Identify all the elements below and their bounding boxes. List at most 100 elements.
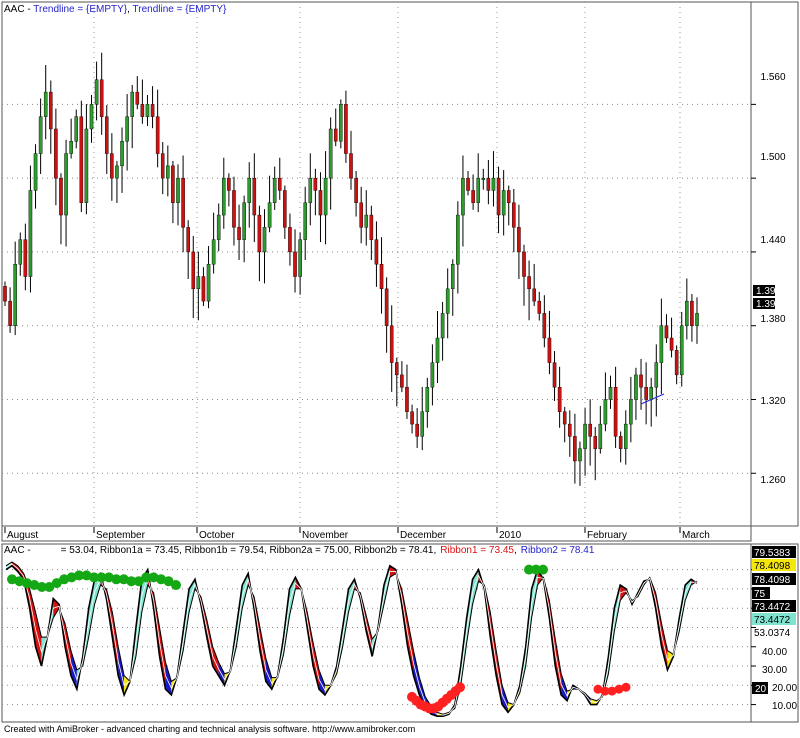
candle-body — [84, 128, 89, 203]
candle-body — [181, 177, 185, 228]
trendline-label-1: Trendline = {EMPTY} — [33, 4, 128, 15]
candle-body — [110, 153, 114, 179]
candle-body — [166, 165, 170, 179]
date-label: September — [96, 530, 146, 541]
candle-body — [171, 165, 175, 203]
candle-body — [54, 128, 58, 179]
candle-body — [506, 190, 511, 203]
candle-body — [364, 214, 369, 228]
candle-body — [379, 264, 384, 290]
red-signal-dot — [455, 682, 465, 693]
candle-body — [659, 325, 664, 363]
price-panel-title: AAC - Trendline = {EMPTY}, Trendline = {… — [4, 4, 227, 15]
candle-body — [654, 362, 659, 388]
candle-body — [227, 177, 231, 191]
candle-body — [308, 177, 313, 203]
candle-body — [450, 264, 455, 290]
candle-body — [283, 190, 287, 228]
candle-body — [685, 300, 689, 326]
value-badge: 78.4098 — [754, 575, 791, 586]
candle-body — [201, 276, 206, 302]
candle-body — [430, 362, 435, 388]
candle-body — [395, 362, 399, 376]
candle-body — [196, 276, 201, 290]
candle-body — [298, 239, 302, 277]
candle-body — [339, 104, 343, 142]
candle-body — [130, 91, 134, 117]
candle-body — [237, 227, 241, 240]
candle-body — [384, 288, 389, 326]
candle-body — [267, 202, 272, 228]
candle-body — [303, 202, 307, 240]
candle-body — [140, 104, 145, 117]
candle-body — [420, 411, 425, 437]
candle-body — [186, 227, 190, 253]
candle-body — [471, 190, 475, 203]
candle-body — [135, 91, 140, 105]
date-label: 2010 — [499, 530, 522, 541]
price-tick-label: 1.440 — [760, 235, 785, 246]
candle-body — [435, 337, 440, 363]
last-price-badge: 1.39 — [756, 286, 776, 297]
candle-body — [578, 448, 582, 462]
candle-body — [547, 337, 552, 363]
candle-body — [252, 177, 257, 216]
candle-body — [247, 177, 252, 203]
candle-body — [461, 177, 465, 216]
green-signal-dot — [538, 564, 548, 575]
candle-body — [517, 227, 521, 253]
candle-body — [573, 436, 577, 462]
candle-body — [527, 276, 531, 290]
ribbon2-label: Ribbon2 = 78.41 — [521, 545, 595, 556]
candle-body — [257, 214, 262, 253]
price-tick-label: 1.320 — [760, 396, 785, 407]
candle-body — [557, 386, 562, 412]
candle-body — [176, 177, 180, 203]
candle-body — [222, 177, 226, 216]
ribbon1-label: Ribbon1 = 73.45 — [440, 545, 514, 556]
candle-body — [568, 423, 572, 437]
candle-body — [562, 411, 567, 425]
date-label: October — [199, 530, 235, 541]
candle-body — [374, 239, 379, 265]
candle-body — [145, 104, 150, 117]
candle-body — [94, 79, 99, 105]
candle-body — [690, 300, 694, 326]
candle-body — [389, 325, 394, 363]
candle-body — [410, 411, 414, 425]
candle-body — [89, 104, 94, 130]
candle-body — [323, 177, 328, 216]
candle-body — [49, 91, 53, 130]
scale-label: 40.00 — [762, 647, 787, 658]
candle-body — [634, 374, 638, 400]
candle-body — [512, 202, 516, 228]
date-label: August — [7, 530, 38, 541]
value-badge: 79.5383 — [754, 548, 791, 559]
candle-body — [160, 153, 165, 179]
candle-body — [445, 288, 450, 314]
value-badge: 78.4098 — [754, 561, 791, 572]
candle-body — [115, 165, 119, 179]
candle-body — [400, 374, 404, 388]
price-tick-label: 1.260 — [760, 475, 785, 486]
candle-body — [359, 202, 363, 228]
candle-body — [64, 153, 68, 216]
candle-body — [501, 190, 506, 216]
candle-body — [318, 190, 323, 216]
scale-label: 30.00 — [762, 665, 787, 676]
candle-body — [440, 313, 445, 339]
candle-body — [695, 313, 699, 326]
candle-body — [425, 386, 430, 412]
date-label: November — [302, 530, 349, 541]
candle-body — [542, 313, 547, 339]
header-separator: , — [514, 545, 517, 556]
candle-body — [18, 239, 23, 265]
price-tick-label: 1.380 — [760, 314, 785, 325]
candle-body — [23, 239, 28, 277]
candle-body — [618, 436, 623, 449]
indicator-values: = 53.04, Ribbon1a = 73.45, Ribbon1b = 79… — [61, 545, 437, 556]
value-badge: 73.4472 — [754, 602, 791, 613]
date-label: February — [587, 530, 627, 541]
candle-body — [552, 362, 557, 388]
candle-body — [206, 264, 211, 302]
